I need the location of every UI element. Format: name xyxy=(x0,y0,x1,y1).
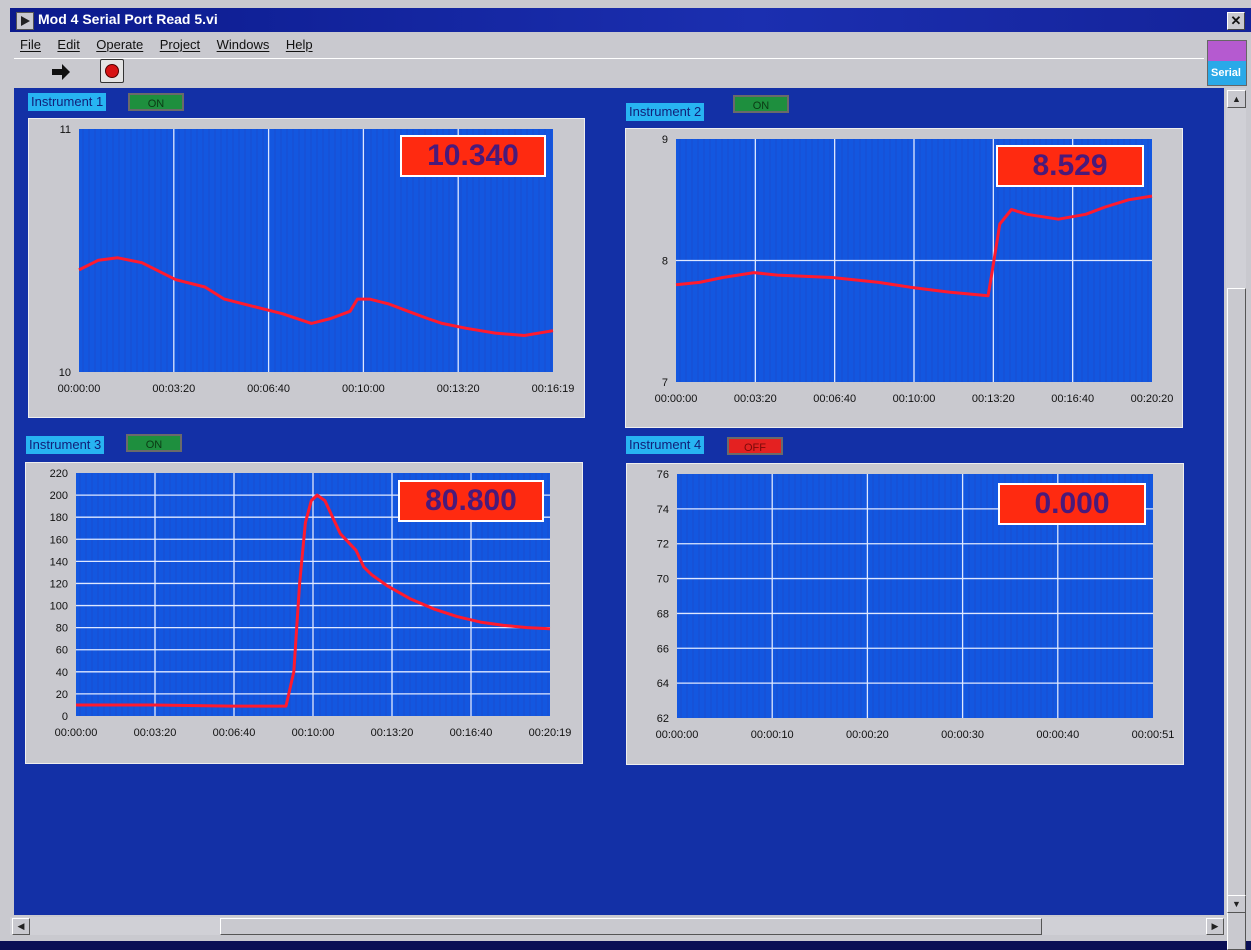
instrument-1-switch[interactable]: ON xyxy=(128,93,184,111)
y-tick-label: 70 xyxy=(657,574,669,586)
x-tick-label: 00:00:40 xyxy=(1036,729,1079,741)
run-arrow-icon[interactable] xyxy=(50,61,72,83)
instrument-4-switch[interactable]: OFF xyxy=(727,437,783,455)
x-tick-label: 00:20:19 xyxy=(529,727,572,739)
x-tick-label: 00:00:00 xyxy=(55,727,98,739)
vertical-scrollbar[interactable]: ▲ ▼ xyxy=(1226,88,1246,950)
instrument-1-value: 10.340 xyxy=(400,135,546,177)
y-tick-label: 60 xyxy=(56,645,68,657)
y-tick-label: 100 xyxy=(50,601,68,613)
menu-edit[interactable]: Edit xyxy=(57,34,79,56)
close-button[interactable]: ✕ xyxy=(1227,12,1245,30)
y-tick-label: 180 xyxy=(50,512,68,524)
instrument-2-switch[interactable]: ON xyxy=(733,95,789,113)
menu-project[interactable]: Project xyxy=(160,34,200,56)
y-tick-label: 200 xyxy=(50,490,68,502)
title-bar: Mod 4 Serial Port Read 5.vi ✕ xyxy=(10,8,1251,32)
x-tick-label: 00:10:00 xyxy=(893,393,936,405)
x-tick-label: 00:00:00 xyxy=(656,729,699,741)
instrument-3-switch[interactable]: ON xyxy=(126,434,182,452)
scroll-left-icon[interactable]: ◀ xyxy=(12,918,30,935)
horizontal-scroll-thumb[interactable] xyxy=(220,918,1042,935)
x-tick-label: 00:06:40 xyxy=(813,393,856,405)
y-tick-label: 10 xyxy=(59,367,71,379)
y-tick-label: 80 xyxy=(56,623,68,635)
x-tick-label: 00:06:40 xyxy=(247,383,290,395)
y-tick-label: 160 xyxy=(50,534,68,546)
y-tick-label: 72 xyxy=(657,539,669,551)
x-tick-label: 00:00:20 xyxy=(846,729,889,741)
x-tick-label: 00:13:20 xyxy=(972,393,1015,405)
instrument-3-value: 80.800 xyxy=(398,480,544,522)
x-tick-label: 00:00:30 xyxy=(941,729,984,741)
x-tick-label: 00:10:00 xyxy=(342,383,385,395)
x-tick-label: 00:16:40 xyxy=(1051,393,1094,405)
y-tick-label: 76 xyxy=(657,469,669,481)
y-tick-label: 64 xyxy=(657,678,669,690)
x-tick-label: 00:10:00 xyxy=(292,727,335,739)
x-tick-label: 00:00:51 xyxy=(1132,729,1175,741)
instrument-1-label: Instrument 1 xyxy=(28,93,107,111)
y-tick-label: 62 xyxy=(657,713,669,725)
y-tick-label: 7 xyxy=(662,377,668,389)
menu-help[interactable]: Help xyxy=(286,34,313,56)
menu-file[interactable]: File xyxy=(20,34,41,56)
scroll-down-icon[interactable]: ▼ xyxy=(1227,895,1246,913)
x-tick-label: 00:13:20 xyxy=(437,383,480,395)
y-tick-label: 40 xyxy=(56,667,68,679)
labview-window: Mod 4 Serial Port Read 5.vi ✕ File Edit … xyxy=(0,0,1251,950)
y-tick-label: 11 xyxy=(60,124,71,136)
scroll-up-icon[interactable]: ▲ xyxy=(1227,90,1246,108)
x-tick-label: 00:20:20 xyxy=(1131,393,1174,405)
x-tick-label: 00:03:20 xyxy=(134,727,177,739)
x-tick-label: 00:03:20 xyxy=(734,393,777,405)
x-tick-label: 00:03:20 xyxy=(152,383,195,395)
x-tick-label: 00:00:00 xyxy=(58,383,101,395)
menu-bar: File Edit Operate Project Windows Help xyxy=(14,34,1204,56)
serial-vi-icon: Serial xyxy=(1207,40,1247,86)
stop-icon[interactable] xyxy=(100,59,124,83)
x-tick-label: 00:16:40 xyxy=(450,727,493,739)
x-tick-label: 00:00:10 xyxy=(751,729,794,741)
vi-run-icon xyxy=(16,12,34,30)
toolbar xyxy=(14,58,1204,85)
y-tick-label: 66 xyxy=(657,643,669,655)
instrument-3-label: Instrument 3 xyxy=(26,436,105,454)
y-tick-label: 20 xyxy=(56,689,68,701)
y-tick-label: 8 xyxy=(662,256,668,268)
instrument-2-label: Instrument 2 xyxy=(626,103,705,121)
y-tick-label: 140 xyxy=(50,556,68,568)
y-tick-label: 0 xyxy=(62,711,68,723)
y-tick-label: 220 xyxy=(50,468,68,480)
menu-windows[interactable]: Windows xyxy=(217,34,270,56)
vertical-scroll-thumb[interactable] xyxy=(1227,288,1246,950)
menu-operate[interactable]: Operate xyxy=(96,34,143,56)
y-tick-label: 9 xyxy=(662,134,668,146)
instrument-2-value: 8.529 xyxy=(996,145,1144,187)
instrument-4-label: Instrument 4 xyxy=(626,436,705,454)
x-tick-label: 00:00:00 xyxy=(655,393,698,405)
y-tick-label: 74 xyxy=(657,504,669,516)
x-tick-label: 00:06:40 xyxy=(213,727,256,739)
instrument-4-value: 0.000 xyxy=(998,483,1146,525)
serial-vi-label: Serial xyxy=(1211,67,1241,79)
scroll-right-icon[interactable]: ▶ xyxy=(1206,918,1224,935)
x-tick-label: 00:13:20 xyxy=(371,727,414,739)
horizontal-scrollbar[interactable]: ◀ ▶ xyxy=(10,917,1226,935)
y-tick-label: 120 xyxy=(50,578,68,590)
window-title: Mod 4 Serial Port Read 5.vi xyxy=(38,11,218,27)
y-tick-label: 68 xyxy=(657,608,669,620)
x-tick-label: 00:16:19 xyxy=(532,383,575,395)
